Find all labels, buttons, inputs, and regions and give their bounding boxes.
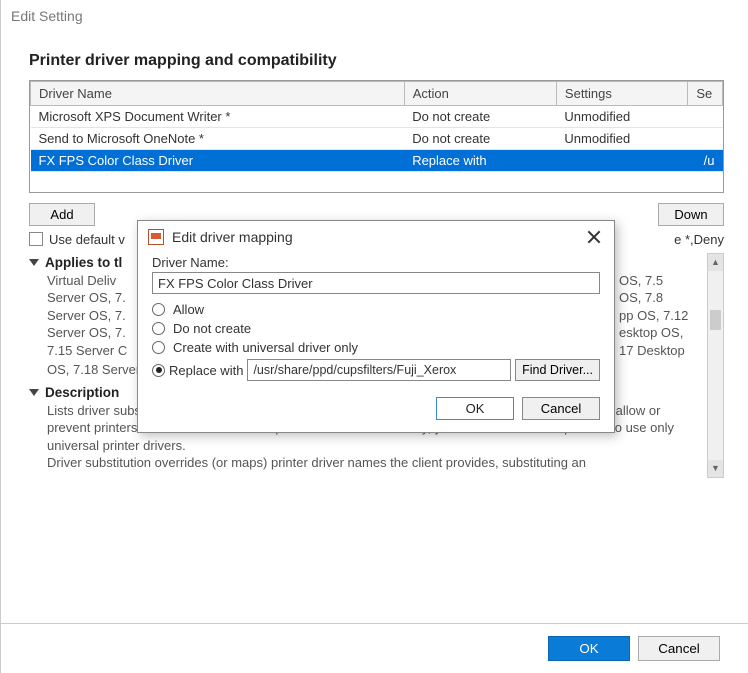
col-driver-name[interactable]: Driver Name <box>31 82 405 106</box>
cell-action: Do not create <box>404 106 556 128</box>
radio-label: Allow <box>173 302 204 317</box>
modal-title-text: Edit driver mapping <box>172 229 293 245</box>
radio-do-not-create[interactable]: Do not create <box>152 319 600 338</box>
col-se[interactable]: Se <box>688 82 723 106</box>
scrollbar[interactable]: ▲ ▼ <box>707 253 724 478</box>
radio-icon[interactable] <box>152 303 165 316</box>
cell-settings: Unmodified <box>556 128 687 150</box>
radio-replace-with[interactable]: Replace with Find Driver... <box>152 357 600 383</box>
description-label: Description <box>45 385 119 400</box>
footer: OK Cancel <box>1 623 748 673</box>
scroll-thumb[interactable] <box>710 310 721 330</box>
cell-action: Do not create <box>404 128 556 150</box>
edit-driver-mapping-dialog: Edit driver mapping Driver Name: Allow D… <box>137 220 615 433</box>
scroll-down-icon[interactable]: ▼ <box>708 460 723 477</box>
cancel-button[interactable]: Cancel <box>638 636 720 661</box>
radio-label: Do not create <box>173 321 251 336</box>
table-row-empty <box>31 172 723 192</box>
radio-label: Replace with <box>169 363 243 378</box>
modal-cancel-button[interactable]: Cancel <box>522 397 600 420</box>
applies-line: 17 Desktop <box>619 342 705 360</box>
replace-path-input[interactable] <box>247 359 511 381</box>
use-default-label-left: Use default v <box>49 232 125 247</box>
radio-icon[interactable] <box>152 341 165 354</box>
radio-allow[interactable]: Allow <box>152 300 600 319</box>
table-row[interactable]: FX FPS Color Class Driver Replace with /… <box>31 150 723 172</box>
driver-table: Driver Name Action Settings Se Microsoft… <box>29 80 724 193</box>
col-settings[interactable]: Settings <box>556 82 687 106</box>
caret-down-icon <box>29 259 39 266</box>
applies-line: Server OS, 7. <box>47 289 143 307</box>
applies-line: 7.15 Server C <box>47 342 143 360</box>
modal-ok-button[interactable]: OK <box>436 397 514 420</box>
radio-label: Create with universal driver only <box>173 340 358 355</box>
cell-action: Replace with <box>404 150 556 172</box>
col-action[interactable]: Action <box>404 82 556 106</box>
close-icon[interactable] <box>586 229 602 245</box>
cell-driver-name: Microsoft XPS Document Writer * <box>31 106 405 128</box>
applies-line: Server OS, 7. <box>47 324 143 342</box>
scroll-up-icon[interactable]: ▲ <box>708 254 723 271</box>
applies-line: esktop OS, <box>619 324 705 342</box>
use-default-label-right: e *,Deny <box>674 232 724 247</box>
table-row[interactable]: Send to Microsoft OneNote * Do not creat… <box>31 128 723 150</box>
find-driver-button[interactable]: Find Driver... <box>515 359 600 381</box>
applies-to-label: Applies to tl <box>45 255 122 270</box>
action-radio-group: Allow Do not create Create with universa… <box>152 300 600 383</box>
applies-line: Virtual Deliv <box>47 272 143 290</box>
use-default-checkbox[interactable] <box>29 232 43 246</box>
modal-title: Edit driver mapping <box>148 229 293 245</box>
cell-se: /u <box>688 150 723 172</box>
ok-button[interactable]: OK <box>548 636 630 661</box>
applies-line: Server OS, 7. <box>47 307 143 325</box>
driver-name-label: Driver Name: <box>152 255 600 270</box>
radio-universal-only[interactable]: Create with universal driver only <box>152 338 600 357</box>
cell-driver-name: FX FPS Color Class Driver <box>31 150 405 172</box>
down-button[interactable]: Down <box>658 203 724 226</box>
table-header-row: Driver Name Action Settings Se <box>31 82 723 106</box>
applies-line: OS, 7.8 <box>619 289 705 307</box>
cell-se <box>688 128 723 150</box>
radio-icon[interactable] <box>152 364 165 377</box>
cell-settings: Unmodified <box>556 106 687 128</box>
section-heading: Printer driver mapping and compatibility <box>29 52 724 70</box>
add-button[interactable]: Add <box>29 203 95 226</box>
cell-settings <box>556 150 687 172</box>
cell-se <box>688 106 723 128</box>
driver-name-input[interactable] <box>152 272 600 294</box>
window-title: Edit Setting <box>1 0 748 38</box>
applies-line: pp OS, 7.12 <box>619 307 705 325</box>
cell-driver-name: Send to Microsoft OneNote * <box>31 128 405 150</box>
document-icon <box>148 229 164 245</box>
edit-setting-window: Edit Setting Printer driver mapping and … <box>0 0 748 673</box>
applies-line: OS, 7.5 <box>619 272 705 290</box>
caret-down-icon <box>29 389 39 396</box>
table-row[interactable]: Microsoft XPS Document Writer * Do not c… <box>31 106 723 128</box>
radio-icon[interactable] <box>152 322 165 335</box>
